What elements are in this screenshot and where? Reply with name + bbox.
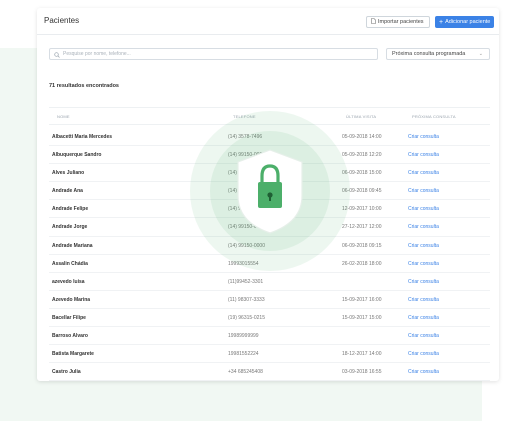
patient-name[interactable]: Albuquerque Sandro <box>52 152 101 158</box>
patient-name[interactable]: Andrade Mariana <box>52 243 93 249</box>
patient-name[interactable]: Castro Julia <box>52 369 81 375</box>
table-row[interactable]: Alves Juliano (14) 99150-0000 06-09-2018 1… <box>49 164 490 183</box>
results-count: 71 resultados encontrados <box>49 83 119 89</box>
last-visit: 12-09-2017 10:00 <box>342 206 382 213</box>
import-patients-button[interactable]: Importar pacientes <box>366 16 430 28</box>
create-appointment-link[interactable]: Criar consulta <box>408 152 439 158</box>
header-next-appointment[interactable]: PRÓXIMA CONSULTA <box>412 114 456 119</box>
last-visit: 27-12-2017 12:00 <box>342 224 382 231</box>
header-last-visit[interactable]: ÚLTIMA VISITA <box>346 114 376 119</box>
patient-name[interactable]: Batista Margarete <box>52 351 94 357</box>
patient-phone: (14) 99150-0000 <box>228 206 265 213</box>
patient-phone: (14) 99150-0000 <box>228 188 265 195</box>
patient-phone: (14) 99150-0000 <box>228 170 265 177</box>
search-icon <box>54 45 60 63</box>
create-appointment-link[interactable]: Criar consulta <box>408 297 439 303</box>
sort-select[interactable]: Próxima consulta programada ⌄ <box>386 48 490 60</box>
patient-phone: (19) 96315-0215 <box>228 314 265 321</box>
last-visit: 03-09-2018 16:55 <box>342 369 382 376</box>
table-row[interactable]: Assalin Chádia 19993015554 26-02-2018 18:0… <box>49 255 490 273</box>
header-phone[interactable]: TELEFONE <box>233 114 256 119</box>
last-visit: 15-09-2017 15:00 <box>342 314 382 321</box>
create-appointment-link[interactable]: Criar consulta <box>408 369 439 375</box>
patient-phone: 19993015554 <box>228 260 259 267</box>
header-name[interactable]: NOME <box>57 114 70 119</box>
table-row[interactable]: Andrade Ana (14) 99150-0000 06-09-2018 09:… <box>49 182 490 201</box>
patient-phone: (14) 3578-7496 <box>228 134 263 140</box>
sort-select-value: Próxima consulta programada <box>392 51 466 57</box>
create-appointment-link[interactable]: Criar consulta <box>408 170 439 176</box>
patient-phone: +34 685245408 <box>228 369 263 376</box>
last-visit: 06-09-2018 09:45 <box>342 188 382 195</box>
add-label: Adicionar paciente <box>445 19 491 25</box>
create-appointment-link[interactable]: Criar consulta <box>408 351 439 357</box>
last-visit: 18-12-2017 14:00 <box>342 351 382 358</box>
patient-phone: (11)99452-3301 <box>228 278 264 285</box>
patient-name[interactable]: Andrade Ana <box>52 188 83 194</box>
patient-phone: (14) 99150-0000 <box>228 152 265 159</box>
search-input[interactable] <box>63 51 363 57</box>
patient-name[interactable]: Albacetti Maria Mercedes <box>52 134 112 140</box>
table-row[interactable]: Castro Julia +34 685245408 03-09-2018 16:5… <box>49 363 490 381</box>
create-appointment-link[interactable]: Criar consulta <box>408 206 439 212</box>
patient-name[interactable]: Andrade Felipe <box>52 206 88 212</box>
patient-name[interactable]: azevedo luisa <box>52 279 85 285</box>
table-row[interactable]: Barroso Alvaro 19989999999 Criar consulta <box>49 327 490 346</box>
patient-phone: 19981552224 <box>228 351 259 358</box>
patient-phone: (14) 99150-0000 <box>228 224 265 231</box>
page-title: Pacientes <box>44 16 80 25</box>
create-appointment-link[interactable]: Criar consulta <box>408 333 439 339</box>
patient-name[interactable]: Azevedo Marina <box>52 297 90 303</box>
last-visit: 05-09-2018 12:20 <box>342 152 382 159</box>
last-visit: 06-09-2018 09:15 <box>342 242 382 249</box>
chevron-down-icon: ⌄ <box>478 51 483 57</box>
patient-phone: (14) 99150-0000 <box>228 242 265 249</box>
table-row[interactable]: Albacetti Maria Mercedes (14) 3578-7496 05… <box>49 128 490 147</box>
import-label: Importar pacientes <box>378 19 424 25</box>
create-appointment-link[interactable]: Criar consulta <box>408 243 439 249</box>
patient-phone: (11) 98307-3333 <box>228 296 265 303</box>
table-row[interactable]: Andrade Mariana (14) 99150-0000 06-09-2018… <box>49 237 490 255</box>
create-appointment-link[interactable]: Criar consulta <box>408 134 439 140</box>
create-appointment-link[interactable]: Criar consulta <box>408 279 439 285</box>
patient-name[interactable]: Alves Juliano <box>52 170 84 176</box>
table-header: NOME TELEFONE ÚLTIMA VISITA PRÓXIMA CONS… <box>49 107 490 125</box>
add-patient-button[interactable]: + Adicionar paciente <box>435 16 494 28</box>
patient-name[interactable]: Bacellar Filipe <box>52 315 86 321</box>
table-row[interactable]: Albuquerque Sandro (14) 99150-0000 05-09-2… <box>49 146 490 165</box>
table-row[interactable]: Bacellar Filipe (19) 96315-0215 15-09-2017… <box>49 309 490 328</box>
last-visit: 05-09-2018 14:00 <box>342 134 382 140</box>
create-appointment-link[interactable]: Criar consulta <box>408 188 439 194</box>
card-header: Pacientes Importar pacientes + Adicionar… <box>37 8 499 35</box>
table-row[interactable]: Andrade Felipe (14) 99150-0000 12-09-2017 … <box>49 200 490 219</box>
table-row[interactable]: Andrade Jorge (14) 99150-0000 27-12-2017 1… <box>49 218 490 237</box>
table-row[interactable]: Azevedo Marina (11) 98307-3333 15-09-2017 … <box>49 291 490 309</box>
patients-card: Pacientes Importar pacientes + Adicionar… <box>37 8 499 381</box>
table-row[interactable]: azevedo luisa (11)99452-3301 Criar consult… <box>49 273 490 291</box>
plus-icon: + <box>439 18 444 26</box>
patients-table-body: Albacetti Maria Mercedes (14) 3578-7496 05… <box>49 128 490 381</box>
table-row[interactable]: Batista Margarete 19981552224 18-12-2017 1… <box>49 345 490 364</box>
document-icon <box>371 18 376 26</box>
patient-phone: 19989999999 <box>228 333 259 340</box>
create-appointment-link[interactable]: Criar consulta <box>408 315 439 321</box>
search-box[interactable] <box>49 48 378 60</box>
create-appointment-link[interactable]: Criar consulta <box>408 224 439 230</box>
last-visit: 15-09-2017 16:00 <box>342 296 382 303</box>
last-visit: 06-09-2018 15:00 <box>342 170 382 177</box>
create-appointment-link[interactable]: Criar consulta <box>408 261 439 267</box>
last-visit: 26-02-2018 18:00 <box>342 260 382 267</box>
patient-name[interactable]: Barroso Alvaro <box>52 333 88 339</box>
patient-name[interactable]: Andrade Jorge <box>52 224 87 230</box>
patient-name[interactable]: Assalin Chádia <box>52 261 88 267</box>
